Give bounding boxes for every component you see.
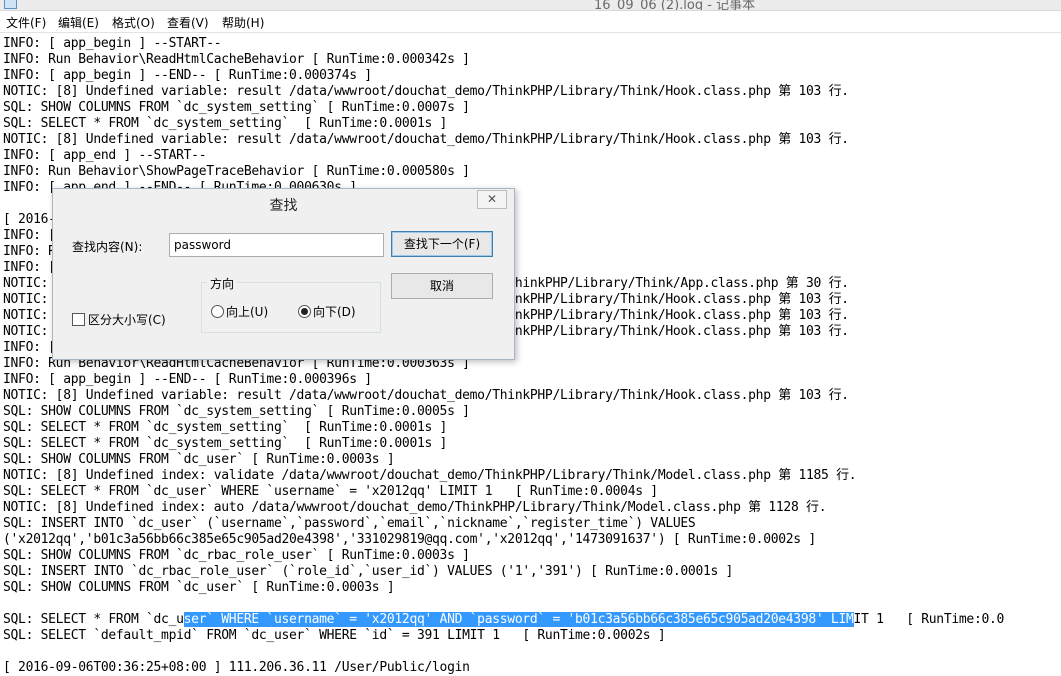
menu-file[interactable]: 文件(F) <box>6 14 46 31</box>
log-line: INFO: Run Behavior\ShowPageTraceBehavior… <box>3 164 470 179</box>
window-title: 16_09_06 (2).log - 记事本 <box>594 0 756 11</box>
log-line: SQL: SHOW COLUMNS FROM `dc_user` [ RunTi… <box>3 580 395 595</box>
match-case-label[interactable]: 区分大小写(C) <box>88 311 166 328</box>
log-line: NOTIC: [8] Undefined index: validate /da… <box>3 468 857 483</box>
close-button[interactable]: ✕ <box>477 190 507 209</box>
log-line: INFO: [ app_end ] --START-- <box>3 148 207 163</box>
log-line: SQL: SELECT * FROM `dc_user` WHERE `user… <box>3 484 658 499</box>
selected-line-before: SQL: SELECT * FROM `dc_u <box>3 612 184 627</box>
log-line: SQL: SHOW COLUMNS FROM `dc_system_settin… <box>3 404 470 419</box>
selected-log-line[interactable]: SQL: SELECT * FROM `dc_user` WHERE `user… <box>3 612 1004 628</box>
log-line: INFO: Run Behavior\ReadHtmlCacheBehavior… <box>3 52 470 67</box>
title-bar: 16_09_06 (2).log - 记事本 <box>0 0 1061 11</box>
find-dialog: 查找 ✕ 查找内容(N): password 查找下一个(F) 取消 方向 向上… <box>52 188 515 360</box>
search-match-highlight: ser` WHERE `username` = 'x2012qq' AND `p… <box>183 612 854 627</box>
log-line: SQL: SELECT * FROM `dc_system_setting` [… <box>3 436 448 451</box>
direction-up-label[interactable]: 向上(U) <box>226 303 268 320</box>
log-line: INFO: [ app_begin ] --END-- [ RunTime:0.… <box>3 372 372 387</box>
find-what-input[interactable]: password <box>169 233 384 257</box>
log-line: SQL: SHOW COLUMNS FROM `dc_system_settin… <box>3 100 470 115</box>
log-line: NOTIC: [8] Undefined variable: result /d… <box>3 388 849 403</box>
cancel-button[interactable]: 取消 <box>391 273 493 299</box>
find-what-label: 查找内容(N): <box>72 240 143 254</box>
log-line: SQL: INSERT INTO `dc_rbac_role_user` (`r… <box>3 564 734 579</box>
direction-down-radio[interactable] <box>298 305 311 318</box>
menu-edit[interactable]: 编辑(E) <box>58 14 99 31</box>
log-line: SQL: SELECT `default_mpid` FROM `dc_user… <box>3 628 666 643</box>
log-line: INFO: [ app_begin ] --END-- [ RunTime:0.… <box>3 68 372 83</box>
log-line: INFO: [ app_begin ] --START-- <box>3 36 222 51</box>
direction-label: 方向 <box>207 275 238 292</box>
direction-down-label[interactable]: 向下(D) <box>313 303 356 320</box>
find-dialog-title: 查找 <box>269 198 298 214</box>
log-line: NOTIC: [8] Undefined variable: result /d… <box>3 84 849 99</box>
log-line: SQL: SHOW COLUMNS FROM `dc_rbac_role_use… <box>3 548 470 563</box>
log-line: NOTIC: [8] Undefined index: auto /data/w… <box>3 500 827 515</box>
log-line: ('x2012qq','b01c3a56bb66c385e65c905ad20e… <box>3 532 816 547</box>
direction-up-radio[interactable] <box>211 305 224 318</box>
notepad-icon <box>4 0 17 9</box>
log-line: SQL: SHOW COLUMNS FROM `dc_user` [ RunTi… <box>3 452 395 467</box>
menu-format[interactable]: 格式(O) <box>112 14 155 31</box>
log-line: NOTIC: [8] Undefined variable: result /d… <box>3 132 849 147</box>
menu-help[interactable]: 帮助(H) <box>222 14 264 31</box>
log-line: [ 2016-09-06T00:36:25+08:00 ] 111.206.36… <box>3 660 470 675</box>
match-case-checkbox[interactable] <box>72 313 85 326</box>
log-line: SQL: INSERT INTO `dc_user` (`username`,`… <box>3 516 696 531</box>
menu-view[interactable]: 查看(V) <box>167 14 209 31</box>
log-line: SQL: SELECT * FROM `dc_system_setting` [… <box>3 116 448 131</box>
menu-bar: 文件(F) 编辑(E) 格式(O) 查看(V) 帮助(H) <box>0 11 1061 33</box>
selected-line-after: IT 1 [ RunTime:0.0 <box>853 612 1005 627</box>
log-line: SQL: SELECT * FROM `dc_system_setting` [… <box>3 420 448 435</box>
find-next-button[interactable]: 查找下一个(F) <box>391 231 493 257</box>
